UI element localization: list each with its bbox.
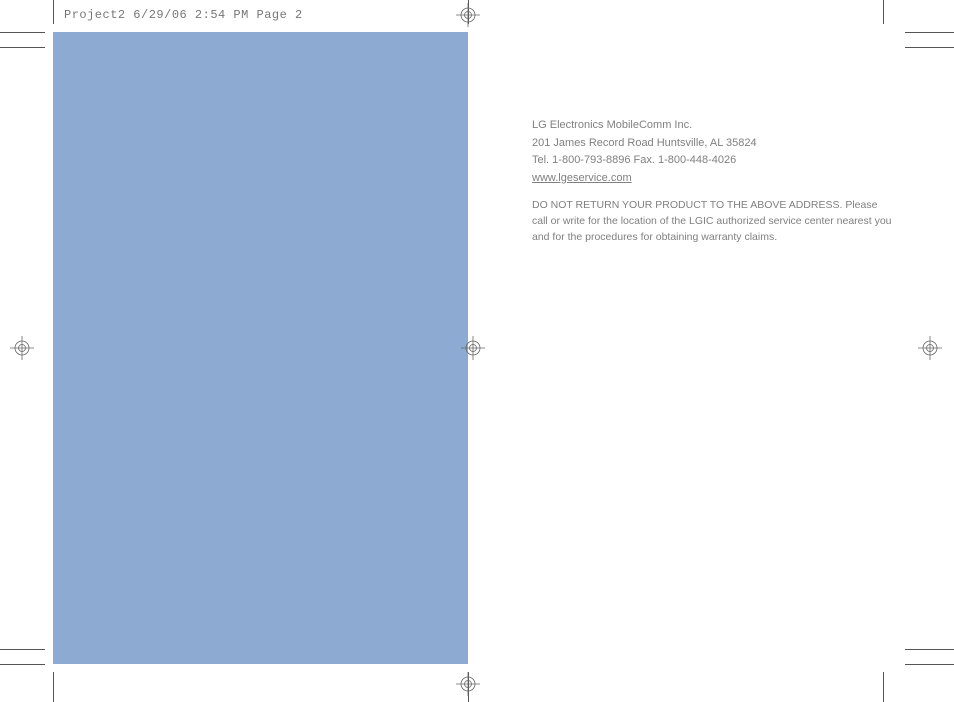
document-slug: Project2 6/29/06 2:54 PM Page 2 bbox=[64, 8, 303, 22]
warranty-notice: DO NOT RETURN YOUR PRODUCT TO THE ABOVE … bbox=[532, 198, 892, 245]
crop-mark bbox=[883, 0, 884, 24]
company-address: 201 James Record Road Huntsville, AL 358… bbox=[532, 135, 892, 152]
crop-mark bbox=[0, 47, 45, 48]
crop-mark bbox=[905, 649, 954, 650]
registration-mark-icon bbox=[456, 3, 480, 27]
crop-mark bbox=[883, 672, 884, 702]
crop-mark bbox=[905, 32, 954, 33]
crop-mark bbox=[53, 672, 54, 702]
website-link[interactable]: www.lgeservice.com bbox=[532, 170, 632, 187]
company-phone: Tel. 1-800-793-8896 Fax. 1-800-448-4026 bbox=[532, 152, 892, 169]
crop-mark bbox=[0, 664, 45, 665]
crop-mark bbox=[0, 32, 45, 33]
registration-mark-icon bbox=[10, 336, 34, 360]
crop-mark bbox=[0, 649, 45, 650]
crop-mark bbox=[905, 47, 954, 48]
company-name: LG Electronics MobileComm Inc. bbox=[532, 117, 892, 134]
registration-mark-icon bbox=[461, 336, 485, 360]
registration-mark-icon bbox=[456, 672, 480, 696]
registration-mark-icon bbox=[918, 336, 942, 360]
crop-mark bbox=[905, 664, 954, 665]
content-block: LG Electronics MobileComm Inc. 201 James… bbox=[532, 117, 892, 245]
crop-mark bbox=[53, 0, 54, 24]
blue-panel bbox=[53, 32, 468, 664]
